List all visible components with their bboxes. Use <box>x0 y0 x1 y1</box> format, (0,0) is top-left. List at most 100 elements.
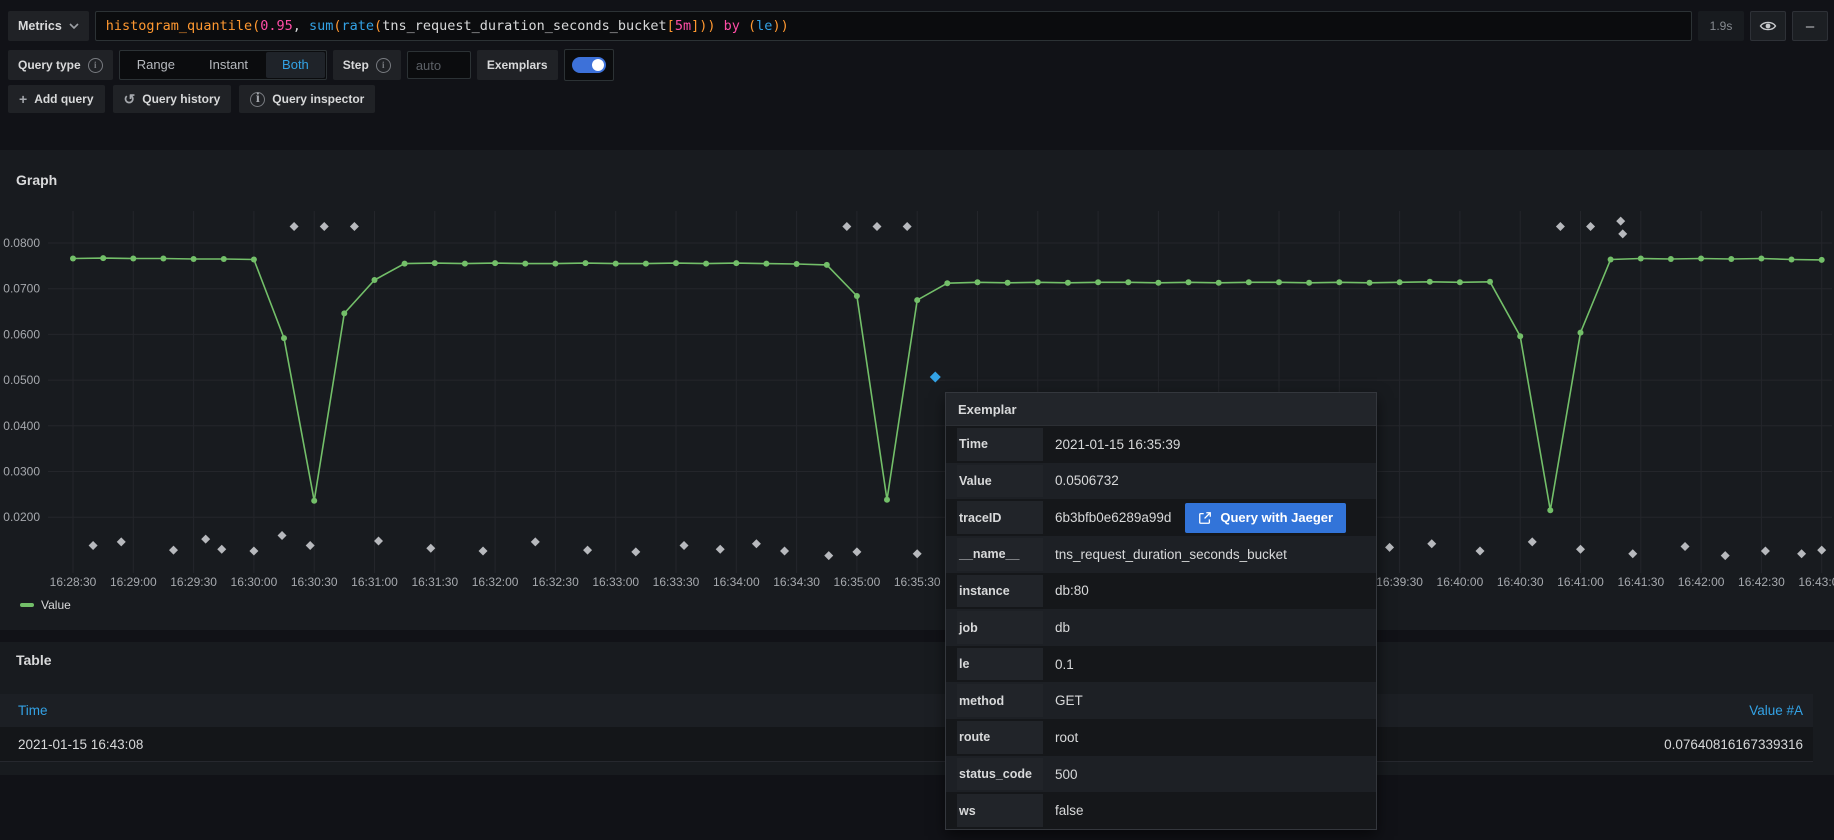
remove-query-button[interactable]: – <box>1792 11 1828 41</box>
exemplar-marker[interactable] <box>1556 222 1565 231</box>
exemplar-marker[interactable] <box>824 551 833 560</box>
data-point[interactable] <box>251 257 257 263</box>
query-type-range[interactable]: Range <box>121 52 191 78</box>
data-point[interactable] <box>1457 279 1463 285</box>
query-history-button[interactable]: ↺ Query history <box>113 85 232 113</box>
exemplar-marker[interactable] <box>1681 542 1690 551</box>
datasource-picker[interactable]: Metrics <box>8 11 89 41</box>
exemplar-marker[interactable] <box>716 545 725 554</box>
data-point[interactable] <box>1336 279 1342 285</box>
exemplar-marker[interactable] <box>1576 545 1585 554</box>
exemplar-marker[interactable] <box>680 541 689 550</box>
step-input[interactable] <box>407 51 471 79</box>
exemplar-marker[interactable] <box>1797 549 1806 558</box>
exemplar-marker[interactable] <box>290 222 299 231</box>
data-point[interactable] <box>1306 280 1312 286</box>
data-point[interactable] <box>341 310 347 316</box>
exemplar-marker[interactable] <box>752 539 761 548</box>
data-point[interactable] <box>1186 279 1192 285</box>
data-point[interactable] <box>1005 280 1011 286</box>
data-point[interactable] <box>402 261 408 267</box>
data-point[interactable] <box>1125 279 1131 285</box>
exemplar-marker[interactable] <box>873 222 882 231</box>
data-point[interactable] <box>221 256 227 262</box>
data-point[interactable] <box>1276 279 1282 285</box>
data-point[interactable] <box>191 256 197 262</box>
exemplar-marker[interactable] <box>913 549 922 558</box>
data-point[interactable] <box>1065 280 1071 286</box>
exemplars-toggle[interactable] <box>564 49 614 81</box>
exemplar-marker[interactable] <box>1628 549 1637 558</box>
exemplar-marker[interactable] <box>583 546 592 555</box>
data-point[interactable] <box>432 260 438 266</box>
query-type-both[interactable]: Both <box>266 52 325 78</box>
exemplar-marker[interactable] <box>903 222 912 231</box>
exemplar-marker[interactable] <box>426 544 435 553</box>
data-point[interactable] <box>1517 333 1523 339</box>
data-point[interactable] <box>1728 256 1734 262</box>
data-point[interactable] <box>1095 279 1101 285</box>
data-point[interactable] <box>1427 279 1433 285</box>
data-point[interactable] <box>1216 280 1222 286</box>
query-with-jaeger-button[interactable]: Query with Jaeger <box>1185 503 1346 533</box>
data-point[interactable] <box>733 260 739 266</box>
exemplar-marker[interactable] <box>531 537 540 546</box>
data-point[interactable] <box>1789 257 1795 263</box>
data-point[interactable] <box>703 261 709 267</box>
graph-svg[interactable]: 0.02000.03000.04000.05000.06000.07000.08… <box>0 205 1834 590</box>
data-point[interactable] <box>1246 279 1252 285</box>
data-point[interactable] <box>673 260 679 266</box>
exemplar-marker[interactable] <box>201 535 210 544</box>
data-point[interactable] <box>824 262 830 268</box>
data-point[interactable] <box>1698 256 1704 262</box>
data-point[interactable] <box>1638 256 1644 262</box>
data-point[interactable] <box>763 261 769 267</box>
data-point[interactable] <box>522 261 528 267</box>
exemplar-marker[interactable] <box>249 547 258 556</box>
data-point[interactable] <box>1608 257 1614 263</box>
exemplar-marker[interactable] <box>350 222 359 231</box>
exemplar-marker[interactable] <box>1721 551 1730 560</box>
data-point[interactable] <box>372 277 378 283</box>
exemplar-marker[interactable] <box>1476 547 1485 556</box>
exemplar-marker[interactable] <box>1761 547 1770 556</box>
data-point[interactable] <box>643 261 649 267</box>
exemplar-marker[interactable] <box>1586 222 1595 231</box>
table-header-value[interactable]: Value #A <box>1749 703 1803 718</box>
data-point[interactable] <box>492 260 498 266</box>
data-point[interactable] <box>1035 279 1041 285</box>
legend-item-value[interactable]: Value <box>20 598 71 612</box>
data-point[interactable] <box>1397 279 1403 285</box>
data-point[interactable] <box>794 261 800 267</box>
data-point[interactable] <box>854 293 860 299</box>
exemplar-marker[interactable] <box>169 546 178 555</box>
data-point[interactable] <box>1819 257 1825 263</box>
query-type-instant[interactable]: Instant <box>193 52 264 78</box>
data-point[interactable] <box>552 261 558 267</box>
exemplar-marker[interactable] <box>852 547 861 556</box>
data-point[interactable] <box>1367 280 1373 286</box>
exemplar-marker[interactable] <box>631 547 640 556</box>
exemplar-marker[interactable] <box>320 222 329 231</box>
exemplar-marker[interactable] <box>89 541 98 550</box>
data-point[interactable] <box>160 256 166 262</box>
exemplar-marker[interactable] <box>1618 229 1627 238</box>
data-point[interactable] <box>281 335 287 341</box>
data-point[interactable] <box>1487 279 1493 285</box>
exemplar-marker[interactable] <box>1427 539 1436 548</box>
exemplar-marker[interactable] <box>1616 217 1625 226</box>
data-point[interactable] <box>944 280 950 286</box>
data-point[interactable] <box>1578 330 1584 336</box>
query-input[interactable]: histogram_quantile(0.95, sum(rate(tns_re… <box>95 11 1692 41</box>
data-point[interactable] <box>70 256 76 262</box>
table-header-time[interactable]: Time <box>18 703 48 718</box>
exemplar-marker[interactable] <box>1385 543 1394 552</box>
query-inspector-button[interactable]: i Query inspector <box>239 85 375 113</box>
show-query-button[interactable] <box>1750 11 1786 41</box>
exemplar-marker[interactable] <box>374 536 383 545</box>
exemplar-marker[interactable] <box>217 545 226 554</box>
data-point[interactable] <box>613 261 619 267</box>
data-point[interactable] <box>884 497 890 503</box>
data-point[interactable] <box>130 256 136 262</box>
data-point[interactable] <box>311 498 317 504</box>
